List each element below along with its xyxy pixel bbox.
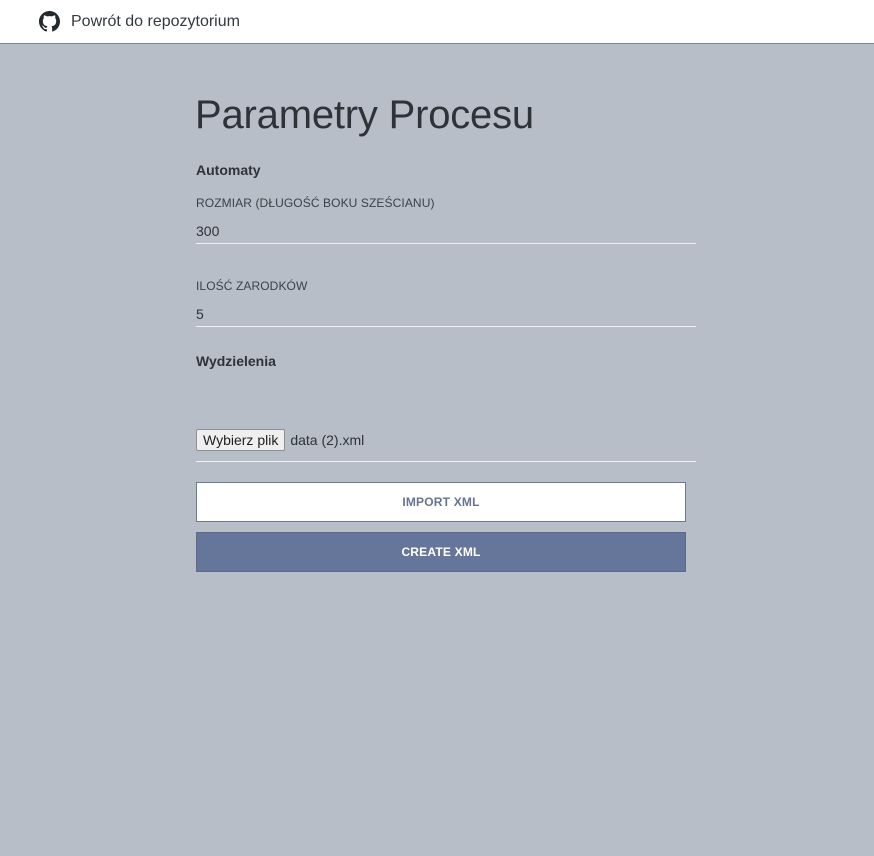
back-to-repo-link[interactable]: Powrót do repozytorium — [39, 11, 240, 32]
page-title: Parametry Procesu — [195, 93, 534, 137]
top-nav-bar: Powrót do repozytorium — [0, 0, 874, 44]
seeds-field-label: ILOŚĆ ZARODKÓW — [196, 279, 308, 293]
choose-file-button[interactable]: Wybierz plik — [196, 429, 286, 451]
size-field-label: ROZMIAR (DŁUGOŚĆ BOKU SZEŚCIANU) — [196, 196, 435, 210]
size-input[interactable] — [196, 218, 696, 244]
import-xml-button[interactable]: IMPORT XML — [196, 482, 686, 522]
create-xml-button[interactable]: CREATE XML — [196, 532, 686, 572]
wydzielenia-heading: Wydzielenia — [196, 353, 276, 369]
github-icon — [39, 11, 60, 32]
file-input-row: Wybierz plik data (2).xml — [196, 429, 696, 462]
back-to-repo-label: Powrót do repozytorium — [71, 12, 240, 30]
selected-file-name: data (2).xml — [290, 432, 365, 448]
automaty-heading: Automaty — [196, 162, 261, 178]
seeds-input[interactable] — [196, 301, 696, 327]
